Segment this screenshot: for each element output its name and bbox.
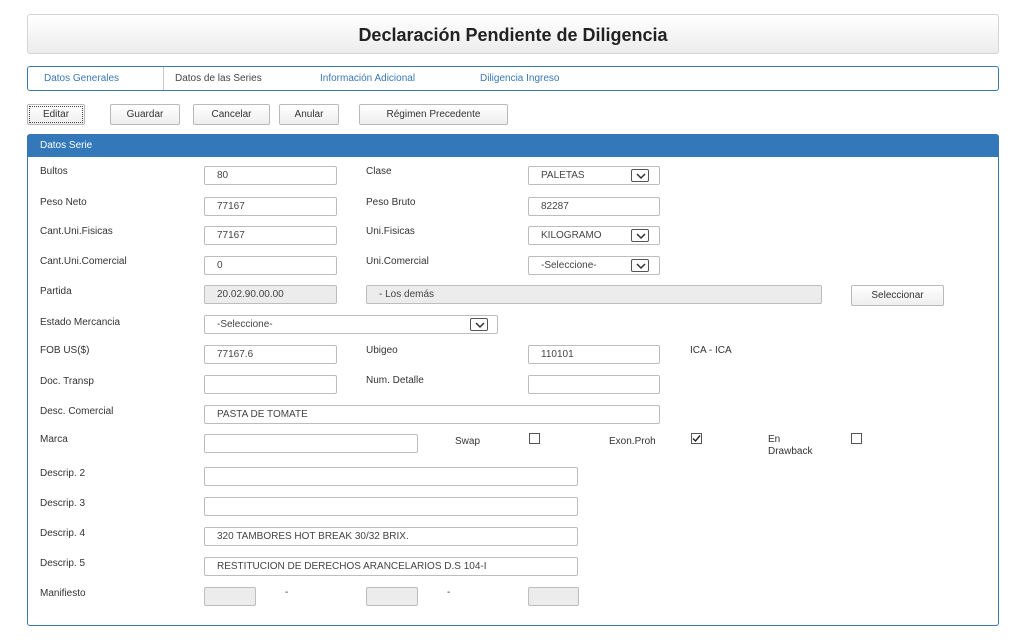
manifiesto-label: Manifiesto: [40, 588, 86, 599]
tab-diligencia-ingreso[interactable]: Diligencia Ingreso: [480, 67, 560, 90]
descrip4-input[interactable]: 320 TAMBORES HOT BREAK 30/32 BRIX.: [204, 527, 578, 546]
exon-proh-checkbox[interactable]: [691, 433, 702, 444]
ubigeo-text: ICA - ICA: [690, 345, 732, 356]
drawback-label-line2: Drawback: [768, 446, 813, 457]
manifiesto-part2-input[interactable]: [366, 587, 418, 606]
uni-fisicas-select[interactable]: KILOGRAMO: [528, 226, 660, 245]
swap-label: Swap: [455, 436, 481, 447]
marca-input[interactable]: [204, 434, 418, 453]
uni-comercial-value: -Seleccione-: [541, 260, 597, 271]
tab-bar: Datos Generales Datos de las Series Info…: [27, 66, 999, 91]
cant-uni-fisicas-label: Cant.Uni.Fisicas: [40, 226, 113, 237]
num-detalle-input[interactable]: [528, 375, 660, 394]
editar-button[interactable]: Editar: [27, 104, 85, 125]
clase-label: Clase: [366, 166, 392, 177]
chevron-down-icon[interactable]: [470, 318, 488, 331]
partida-code-input: 20.02.90.00.00: [204, 285, 337, 304]
partida-desc-input: - Los demás: [366, 285, 822, 304]
descrip3-label: Descrip. 3: [40, 498, 86, 509]
partida-label: Partida: [40, 286, 72, 297]
fob-label: FOB US($): [40, 345, 90, 356]
descrip3-input[interactable]: [204, 497, 578, 516]
drawback-checkbox[interactable]: [851, 433, 862, 444]
bultos-label: Bultos: [40, 166, 68, 177]
peso-neto-input[interactable]: 77167: [204, 197, 337, 216]
anular-button[interactable]: Anular: [279, 104, 339, 125]
descrip5-label: Descrip. 5: [40, 558, 86, 569]
tab-datos-generales[interactable]: Datos Generales: [44, 67, 119, 90]
estado-mercancia-label: Estado Mercancia: [40, 317, 121, 328]
doc-transp-label: Doc. Transp: [40, 376, 94, 387]
num-detalle-label: Num. Detalle: [366, 375, 424, 386]
chevron-down-icon[interactable]: [631, 229, 649, 242]
panel-header: Datos Serie: [28, 135, 998, 157]
manifiesto-part1-input[interactable]: [204, 587, 256, 606]
uni-comercial-label: Uni.Comercial: [366, 256, 429, 267]
uni-fisicas-value: KILOGRAMO: [541, 230, 602, 241]
tab-informacion-adicional[interactable]: Información Adicional: [320, 67, 415, 90]
tab-divider: [163, 67, 164, 90]
fob-input[interactable]: 77167.6: [204, 345, 337, 364]
cant-uni-fisicas-input[interactable]: 77167: [204, 226, 337, 245]
seleccionar-button[interactable]: Seleccionar: [851, 285, 944, 306]
chevron-down-icon[interactable]: [631, 169, 649, 182]
chevron-down-icon[interactable]: [631, 259, 649, 272]
ubigeo-input[interactable]: 110101: [528, 345, 660, 364]
descrip2-label: Descrip. 2: [40, 468, 86, 479]
uni-fisicas-label: Uni.Fisicas: [366, 226, 415, 237]
swap-checkbox[interactable]: [529, 433, 540, 444]
exon-proh-label: Exon.Proh: [609, 436, 656, 447]
bultos-input[interactable]: 80: [204, 166, 337, 185]
peso-neto-label: Peso Neto: [40, 197, 87, 208]
page-title: Declaración Pendiente de Diligencia: [27, 14, 999, 54]
doc-transp-input[interactable]: [204, 375, 337, 394]
manifiesto-separator: -: [447, 587, 451, 598]
uni-comercial-select[interactable]: -Seleccione-: [528, 256, 660, 275]
checkmark-icon: [692, 435, 701, 443]
descrip4-label: Descrip. 4: [40, 528, 86, 539]
ubigeo-label: Ubigeo: [366, 345, 398, 356]
estado-mercancia-select[interactable]: -Seleccione-: [204, 315, 498, 334]
cant-uni-comercial-label: Cant.Uni.Comercial: [40, 256, 127, 267]
regimen-precedente-button[interactable]: Régimen Precedente: [359, 104, 508, 125]
manifiesto-separator: -: [285, 587, 289, 598]
marca-label: Marca: [40, 434, 68, 445]
peso-bruto-input[interactable]: 82287: [528, 197, 660, 216]
datos-serie-panel: Datos Serie: [27, 134, 999, 626]
cancelar-button[interactable]: Cancelar: [193, 104, 270, 125]
desc-comercial-label: Desc. Comercial: [40, 406, 114, 417]
tab-datos-series[interactable]: Datos de las Series: [175, 67, 262, 90]
descrip5-input[interactable]: RESTITUCION DE DERECHOS ARANCELARIOS D.S…: [204, 557, 578, 576]
cant-uni-comercial-input[interactable]: 0: [204, 256, 337, 275]
peso-bruto-label: Peso Bruto: [366, 197, 416, 208]
clase-value: PALETAS: [541, 170, 585, 181]
guardar-button[interactable]: Guardar: [110, 104, 180, 125]
manifiesto-part3-input[interactable]: [528, 587, 579, 606]
clase-select[interactable]: PALETAS: [528, 166, 660, 185]
drawback-label-line1: En: [768, 434, 781, 445]
estado-mercancia-value: -Seleccione-: [217, 319, 273, 330]
desc-comercial-input[interactable]: PASTA DE TOMATE: [204, 405, 660, 424]
descrip2-input[interactable]: [204, 467, 578, 486]
